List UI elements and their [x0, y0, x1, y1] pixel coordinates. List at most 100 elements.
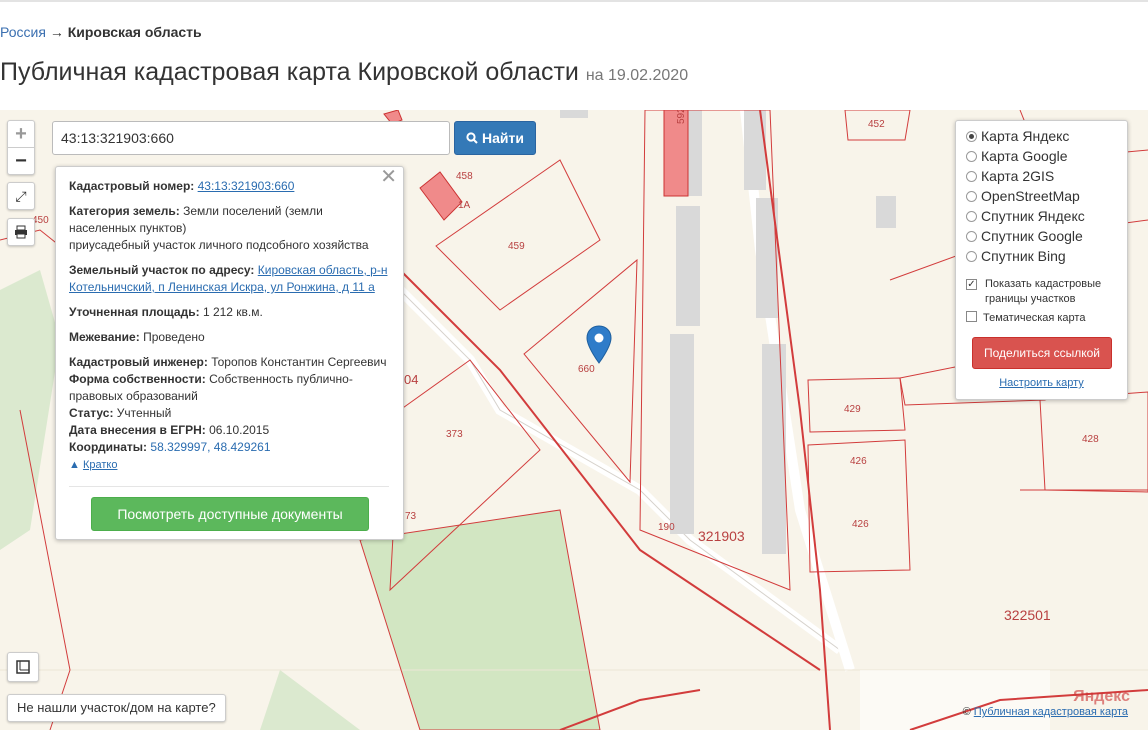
layer-option-google-map[interactable]: Карта Google: [966, 147, 1068, 165]
cadastral-map[interactable]: 452 458 1А 459 660 373 190 321903 322501…: [0, 110, 1148, 730]
layer-option-label: Спутник Яндекс: [981, 208, 1085, 224]
share-link-button[interactable]: Поделиться ссылкой: [972, 337, 1112, 369]
land-category-label: Категория земель:: [69, 204, 180, 218]
parcel-label-458: 458: [456, 171, 473, 182]
survey-value: Проведено: [143, 330, 205, 344]
ruler-icon: [16, 660, 30, 674]
parcel-label-04: 04: [404, 372, 418, 387]
land-usage-value: приусадебный участок личного подсобного …: [69, 238, 369, 252]
address-row: Земельный участок по адресу: Кировская о…: [69, 262, 391, 296]
layer-option-label: Карта 2GIS: [981, 168, 1055, 184]
page-title-main: Публичная кадастровая карта Кировской об…: [0, 58, 579, 86]
find-button[interactable]: Найти: [454, 121, 536, 155]
status-value: Учтенный: [116, 406, 172, 420]
check-icon: ✓: [966, 279, 977, 290]
layer-option-label: Карта Google: [981, 148, 1068, 164]
find-button-label: Найти: [481, 130, 524, 146]
parcel-label-452: 452: [868, 119, 885, 130]
radio-icon: [966, 211, 977, 222]
print-button[interactable]: [7, 218, 35, 246]
caret-up-icon: ▲: [69, 459, 80, 471]
view-documents-button[interactable]: Посмотреть доступные документы: [91, 497, 369, 531]
parcel-label-426-bottom: 426: [852, 519, 869, 530]
cadastral-number-link[interactable]: 43:13:321903:660: [198, 179, 295, 193]
coordinates-row: Координаты: 58.329997, 48.429261: [69, 439, 391, 456]
breadcrumb-arrow: →: [49, 24, 64, 40]
ownership-row: Форма собственности: Собственность публи…: [69, 371, 391, 405]
radio-icon: [966, 151, 977, 162]
area-row: Уточненная площадь: 1 212 кв.м.: [69, 304, 391, 321]
address-label: Земельный участок по адресу:: [69, 263, 255, 277]
ownership-label: Форма собственности:: [69, 372, 206, 386]
land-category-row: Категория земель: Земли поселений (земли…: [69, 203, 391, 237]
collapse-link[interactable]: ▲ Кратко: [69, 457, 391, 474]
survey-row: Межевание: Проведено: [69, 329, 391, 346]
parcel-info-popup: ✕ Кадастровый номер: 43:13:321903:660 Ка…: [55, 166, 404, 540]
radio-icon: [966, 231, 977, 242]
status-label: Статус:: [69, 406, 114, 420]
radio-icon: [966, 191, 977, 202]
zoom-out-button[interactable]: −: [8, 148, 34, 174]
layer-option-2gis-map[interactable]: Карта 2GIS: [966, 167, 1054, 185]
parcel-label-592: 592: [676, 110, 687, 124]
thematic-map-label: Тематическая карта: [983, 312, 1086, 324]
radio-icon: [966, 171, 977, 182]
not-found-button[interactable]: Не нашли участок/дом на карте?: [7, 694, 226, 722]
collapse-label: Кратко: [82, 459, 118, 471]
parcel-label-73: 73: [405, 511, 417, 522]
engineer-value: Торопов Константин Сергеевич: [211, 355, 387, 369]
cadastral-search-input[interactable]: [52, 121, 450, 155]
zoom-in-button[interactable]: +: [8, 121, 34, 148]
coordinates-value: 58.329997, 48.429261: [150, 440, 271, 454]
show-borders-label: Показать кадастровые границы участков: [985, 278, 1102, 305]
breadcrumb-root-link[interactable]: Россия: [0, 24, 46, 40]
page-title: Публичная кадастровая карта Кировской об…: [0, 58, 688, 87]
top-divider: [0, 0, 1148, 2]
layer-option-yandex-map[interactable]: Карта Яндекс: [966, 127, 1069, 145]
breadcrumb-current: Кировская область: [67, 24, 202, 40]
parcel-label-426-top: 426: [850, 456, 867, 467]
layer-option-yandex-satellite[interactable]: Спутник Яндекс: [966, 207, 1085, 225]
layer-option-label: Спутник Bing: [981, 248, 1066, 264]
breadcrumb: Россия → Кировская область: [0, 24, 202, 40]
egrn-date-value: 06.10.2015: [209, 423, 270, 437]
layer-option-label: Спутник Google: [981, 228, 1083, 244]
layer-option-bing-satellite[interactable]: Спутник Bing: [966, 247, 1066, 265]
show-borders-checkbox[interactable]: ✓ Показать кадастровые границы участков: [966, 277, 1116, 307]
copyright: © Публичная кадастровая карта: [963, 706, 1128, 718]
copyright-link[interactable]: Публичная кадастровая карта: [974, 706, 1128, 718]
parcel-label-428: 428: [1082, 434, 1099, 445]
configure-map-link[interactable]: Настроить карту: [956, 377, 1127, 389]
quarter-label-322501: 322501: [1004, 607, 1051, 623]
fullscreen-button[interactable]: ⤢: [7, 182, 35, 210]
parcel-label-190: 190: [658, 522, 675, 533]
engineer-label: Кадастровый инженер:: [69, 355, 208, 369]
checkbox-icon: [966, 311, 977, 322]
search-icon: [466, 132, 478, 144]
ruler-button[interactable]: [7, 652, 39, 682]
page-title-date: на 19.02.2020: [585, 67, 689, 84]
layer-option-label: Карта Яндекс: [981, 128, 1070, 144]
printer-icon: [15, 225, 27, 239]
survey-label: Межевание:: [69, 330, 140, 344]
layer-option-openstreetmap[interactable]: OpenStreetMap: [966, 187, 1080, 205]
layer-option-label: OpenStreetMap: [981, 188, 1080, 204]
coordinates-label: Координаты:: [69, 440, 148, 454]
area-label: Уточненная площадь:: [69, 305, 200, 319]
thematic-map-checkbox[interactable]: Тематическая карта: [966, 311, 1085, 326]
quarter-label-321903: 321903: [698, 528, 745, 544]
parcel-label-373: 373: [446, 429, 463, 440]
copyright-sign: ©: [962, 706, 971, 718]
map-layers-panel: Карта Яндекс Карта Google Карта 2GIS Ope…: [955, 120, 1128, 400]
engineer-row: Кадастровый инженер: Торопов Константин …: [69, 354, 391, 371]
parcel-label-1a: 1А: [458, 200, 471, 211]
cadastral-number-row: Кадастровый номер: 43:13:321903:660: [69, 178, 391, 195]
popup-divider: [69, 486, 389, 487]
layer-option-google-satellite[interactable]: Спутник Google: [966, 227, 1083, 245]
egrn-date-row: Дата внесения в ЕГРН: 06.10.2015: [69, 422, 391, 439]
parcel-label-459: 459: [508, 241, 525, 252]
radio-icon: [966, 131, 977, 142]
expand-icon: ⤢: [15, 188, 27, 204]
location-marker-icon[interactable]: [586, 325, 612, 370]
parcel-label-429: 429: [844, 404, 861, 415]
